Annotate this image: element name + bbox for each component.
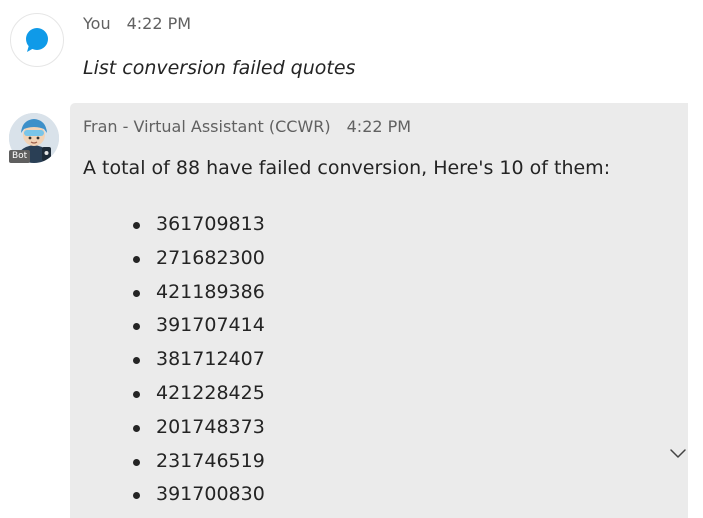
bot-sender-name: Fran - Virtual Assistant (CCWR)	[83, 117, 331, 136]
scroll-down-button[interactable]	[664, 439, 692, 467]
user-message-time: 4:22 PM	[126, 14, 192, 33]
list-item: 421228425	[133, 377, 265, 411]
user-sender-name: You	[83, 14, 111, 33]
list-item: 391700830	[133, 478, 265, 512]
chevron-down-icon	[670, 449, 686, 458]
list-item: 361709813	[133, 208, 265, 242]
user-avatar	[10, 13, 64, 67]
list-item: 381712407	[133, 343, 265, 377]
bot-message-text: A total of 88 have failed conversion, He…	[83, 157, 611, 179]
user-message-meta: You 4:22 PM	[83, 14, 191, 33]
chat-view: You 4:22 PM List conversion failed quotes…	[0, 0, 703, 518]
list-item: 271682300	[133, 242, 265, 276]
bot-message-meta: Fran - Virtual Assistant (CCWR) 4:22 PM	[83, 117, 411, 136]
list-item: 201748373	[133, 411, 265, 445]
list-item: 391707414	[133, 309, 265, 343]
list-item: 421189386	[133, 276, 265, 310]
list-item: 231746519	[133, 445, 265, 479]
bot-badge: Bot	[9, 150, 31, 163]
failed-quotes-list: 361709813 271682300 421189386 391707414 …	[133, 208, 265, 512]
user-message-text: List conversion failed quotes	[83, 57, 356, 79]
bot-message-time: 4:22 PM	[346, 117, 412, 136]
chat-bubble-icon	[26, 28, 48, 52]
